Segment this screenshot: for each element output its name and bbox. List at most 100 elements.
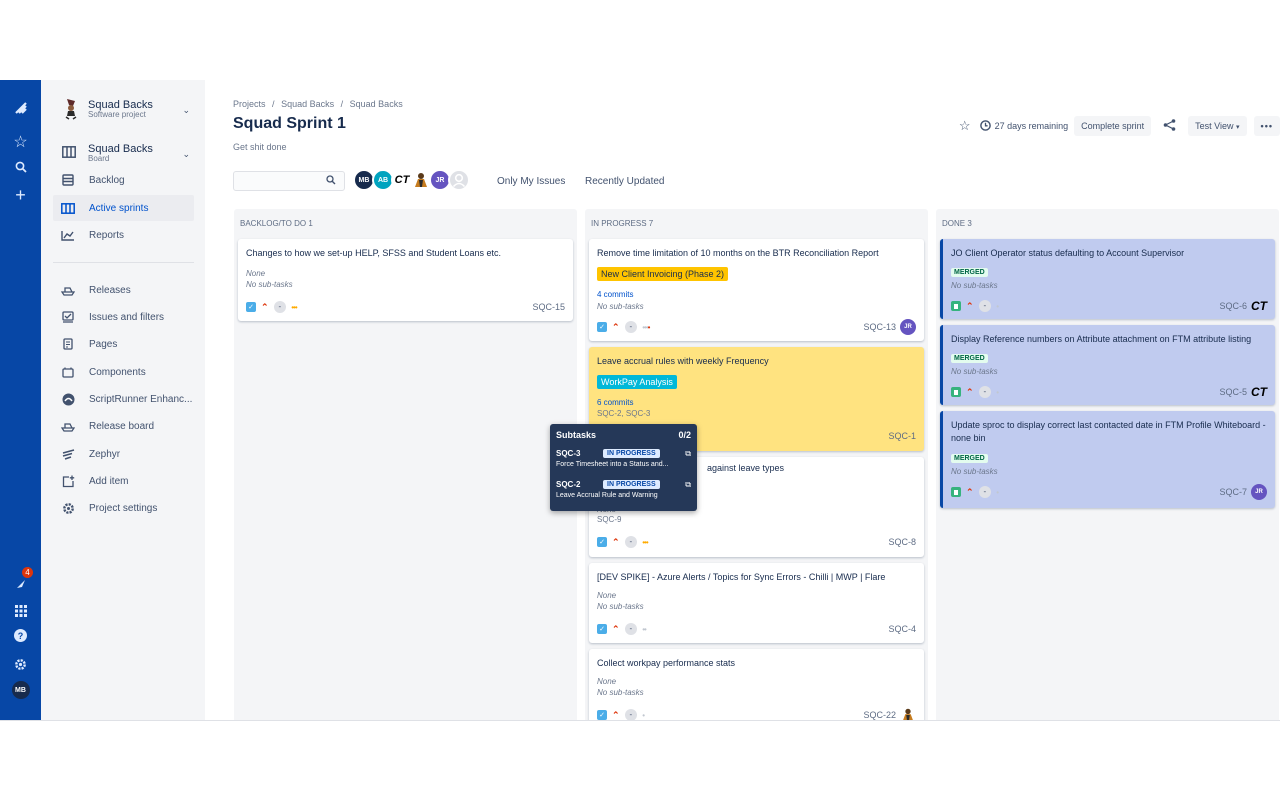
priority-highest-icon: ⌃ — [966, 387, 974, 397]
issue-card[interactable]: Update sproc to display correct last con… — [940, 411, 1275, 508]
subtasks-keys[interactable]: SQC-9 — [597, 515, 621, 524]
issue-key[interactable]: SQC-8 — [888, 537, 916, 547]
sidebar-item-project-settings[interactable]: Project settings — [53, 495, 194, 521]
issue-card[interactable]: Collect workpay performance stats None N… — [589, 649, 924, 720]
issue-card[interactable]: Remove time limitation of 10 months on t… — [589, 239, 924, 341]
avatar-unassigned[interactable] — [448, 169, 470, 191]
issue-key[interactable]: SQC-6 — [1219, 301, 1247, 311]
issue-key[interactable]: SQC-15 — [532, 302, 565, 312]
subtask-row[interactable]: SQC-3 IN PROGRESS ⧉ Force Timesheet into… — [556, 449, 691, 477]
tooltip-title: Subtasks — [556, 430, 597, 440]
task-type-icon: ✓ — [597, 624, 607, 634]
breadcrumb-project[interactable]: Squad Backs — [281, 99, 334, 109]
search-input[interactable] — [233, 171, 345, 191]
settings-gear-icon[interactable] — [0, 652, 41, 676]
sidebar-item-releases[interactable]: Releases — [53, 277, 194, 303]
issue-card[interactable]: [DEV SPIKE] - Azure Alerts / Topics for … — [589, 563, 924, 643]
estimate-badge: - — [978, 386, 992, 398]
epic-label[interactable]: WorkPay Analysis — [597, 375, 677, 389]
epic-none: None — [246, 269, 266, 278]
column-done: DONE 3 JO Client Operator status default… — [936, 209, 1279, 720]
days-in-column-dots: • — [996, 487, 999, 497]
complete-sprint-button[interactable]: Complete sprint — [1074, 116, 1152, 136]
breadcrumb-projects[interactable]: Projects — [233, 99, 266, 109]
chevron-down-icon: ⌄ — [182, 105, 190, 115]
clock-icon — [979, 119, 991, 133]
issue-card[interactable]: JO Client Operator status defaulting to … — [940, 239, 1275, 319]
issue-summary: [DEV SPIKE] - Azure Alerts / Topics for … — [597, 572, 886, 582]
issue-key[interactable]: SQC-5 — [1219, 387, 1247, 397]
card-footer: ✓ ⌃ - •••• SQC-13 JR — [597, 319, 916, 335]
issue-key[interactable]: SQC-7 — [1219, 487, 1247, 497]
issue-key[interactable]: SQC-22 — [863, 710, 896, 720]
app-switcher-icon[interactable] — [0, 599, 41, 623]
profile-avatar[interactable]: MB — [0, 678, 41, 702]
estimate-badge: - — [624, 623, 638, 635]
issue-key[interactable]: SQC-13 — [863, 322, 896, 332]
search-icon[interactable] — [0, 155, 41, 179]
project-switcher[interactable]: Squad Backs Software project ⌄ — [53, 96, 198, 126]
star-icon[interactable]: ☆ — [0, 130, 41, 154]
subtasks-keys[interactable]: SQC-2, SQC-3 — [597, 409, 650, 418]
priority-highest-icon: ⌃ — [966, 487, 974, 497]
star-icon[interactable]: ☆ — [959, 118, 971, 134]
gear-icon — [60, 500, 76, 516]
help-icon[interactable]: ? — [0, 623, 41, 647]
days-in-column-dots: • — [996, 387, 999, 397]
sidebar-item-components[interactable]: Components — [53, 359, 194, 385]
story-type-icon — [951, 301, 961, 311]
issue-card[interactable]: Changes to how we set-up HELP, SFSS and … — [238, 239, 573, 321]
card-footer: ⌃ - • SQC-5 CT — [951, 385, 1267, 399]
task-type-icon: ✓ — [597, 322, 607, 332]
share-icon[interactable] — [1163, 119, 1176, 133]
card-footer: ⌃ - • SQC-7 JR — [951, 484, 1267, 500]
assignee-filter-avatars: MB AB CT JR — [353, 169, 470, 193]
sidebar-item-issues-and-filters[interactable]: Issues and filters — [53, 304, 194, 330]
column-header: IN PROGRESS 7 — [591, 219, 654, 228]
issue-summary: JO Client Operator status defaulting to … — [951, 248, 1185, 258]
assignee-avatar[interactable]: CT — [1251, 385, 1267, 399]
sidebar-item-active-sprints[interactable]: Active sprints — [53, 195, 194, 221]
sidebar-item-scriptrunner[interactable]: ScriptRunner Enhanc... — [53, 386, 194, 412]
assignee-avatar[interactable] — [900, 707, 916, 720]
commits-link[interactable]: 6 commits — [597, 398, 633, 407]
sidebar-item-backlog[interactable]: Backlog — [53, 167, 194, 193]
page-title: Squad Sprint 1 — [233, 115, 346, 132]
priority-highest-icon: ⌃ — [612, 624, 620, 634]
only-my-issues-filter[interactable]: Only My Issues — [497, 176, 565, 187]
subtask-row[interactable]: SQC-2 IN PROGRESS ⧉ Leave Accrual Rule a… — [556, 480, 691, 508]
card-footer: ✓ ⌃ - •• SQC-4 — [597, 622, 916, 636]
more-actions-button[interactable]: ••• — [1253, 116, 1280, 136]
sidebar-divider — [53, 262, 194, 263]
sidebar-item-reports[interactable]: Reports — [53, 222, 194, 248]
board-switcher[interactable]: Squad Backs Board ⌄ — [53, 140, 198, 170]
days-remaining: 27 days remaining — [994, 121, 1069, 131]
card-footer: ✓ ⌃ - • SQC-22 — [597, 707, 916, 720]
notification-badge: 4 — [22, 567, 33, 578]
jira-logo-icon[interactable] — [0, 96, 41, 120]
notifications-icon[interactable]: 4 — [0, 567, 41, 596]
issue-card[interactable]: Display Reference numbers on Attribute a… — [940, 325, 1275, 405]
epic-label[interactable]: New Client Invoicing (Phase 2) — [597, 267, 729, 281]
issue-key[interactable]: SQC-4 — [888, 624, 916, 634]
view-dropdown[interactable]: Test View ▾ — [1188, 116, 1247, 136]
sidebar-item-add-item[interactable]: Add item — [53, 468, 194, 494]
create-plus-icon[interactable]: + — [0, 183, 41, 207]
issue-key[interactable]: SQC-1 — [888, 431, 916, 441]
breadcrumb: Projects / Squad Backs / Squad Backs — [233, 99, 403, 109]
assignee-avatar[interactable]: CT — [1251, 299, 1267, 313]
estimate-badge: - — [273, 301, 287, 313]
sidebar-item-zephyr[interactable]: Zephyr — [53, 441, 194, 467]
board-header-actions: ☆ 27 days remaining Complete sprint Test… — [959, 116, 1280, 136]
issue-summary: against leave types — [707, 463, 785, 473]
assignee-avatar[interactable]: JR — [1251, 484, 1267, 500]
subtasks-tooltip: Subtasks 0/2 SQC-3 IN PROGRESS ⧉ Force T… — [550, 424, 697, 511]
breadcrumb-board[interactable]: Squad Backs — [350, 99, 403, 109]
recently-updated-filter[interactable]: Recently Updated — [585, 176, 665, 187]
assignee-avatar[interactable]: JR — [900, 319, 916, 335]
sidebar-item-release-board[interactable]: Release board — [53, 413, 194, 439]
merged-label: MERGED — [951, 454, 988, 463]
sidebar-item-pages[interactable]: Pages — [53, 331, 194, 357]
commits-link[interactable]: 4 commits — [597, 290, 633, 299]
subtask-summary: Leave Accrual Rule and Warning — [556, 492, 658, 499]
